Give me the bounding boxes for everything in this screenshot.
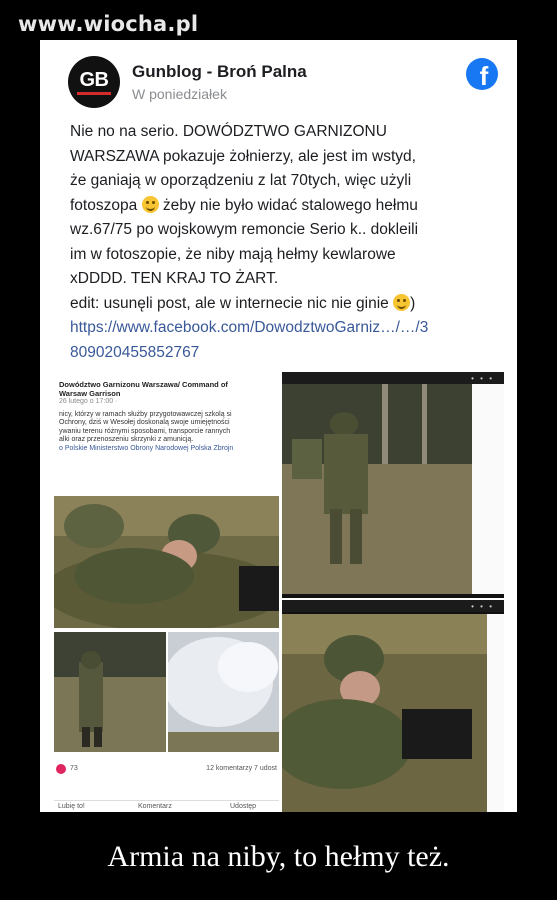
viewer-controls-icon: • • • [471, 374, 494, 383]
smoke-photo [168, 632, 279, 752]
original-post-tags: o Polskie Ministerstwo Obrony Narodowej … [59, 444, 234, 452]
post-header: GB Gunblog - Broń Palna W poniedziałek f [68, 56, 498, 108]
meme-caption: Armia na niby, to hełmy też. [107, 840, 450, 873]
post-line: Nie no na serio. DOWÓDZTWO GARNIZONU [70, 123, 387, 140]
original-post-screenshot: Dowództwo Garnizonu Warszawa/ Command of… [54, 378, 279, 812]
viewer-side-panel [487, 614, 504, 812]
post-body: Nie no na serio. DOWÓDZTWO GARNIZONU WAR… [70, 120, 490, 365]
site-watermark: www.wiocha.pl [18, 12, 199, 36]
original-post-line: alki oraz przenoszeniu skrzynki z amunic… [59, 436, 194, 443]
post-line: WARSZAWA pokazuje żołnierzy, ale jest im… [70, 147, 416, 165]
post-line: wz.67/75 po wojskowym remoncie Serio k..… [70, 221, 419, 238]
photo-viewer-screenshot-top: • • • [282, 372, 504, 598]
like-action: Lubię to! [58, 803, 85, 810]
post-line-part: fotoszopa [70, 196, 138, 214]
soldier-crawling-closeup-photo [282, 614, 487, 812]
post-line-part: edit: usunęli post, ale w internecie nic… [70, 294, 389, 312]
original-post-date: 26 lutego o 17:00 · [59, 398, 118, 405]
post-line-part: ) [410, 294, 416, 312]
share-action: Udostęp [230, 803, 257, 810]
screenshot-collage: Dowództwo Garnizonu Warszawa/ Command of… [54, 372, 504, 812]
viewer-side-panel [472, 384, 504, 594]
post-timestamp[interactable]: W poniedziałek [132, 86, 227, 102]
soldier-running-photo [282, 384, 472, 594]
comment-action: Komentarz [138, 803, 172, 810]
avatar-text: GB [79, 68, 110, 91]
winking-emoji-icon [141, 195, 159, 213]
winking-emoji-icon [393, 293, 411, 311]
post-link-continued[interactable]: 809020455852767 [70, 341, 490, 366]
original-post-actions: Lubię to! Komentarz Udostęp [54, 800, 279, 812]
page-name-link[interactable]: Gunblog - Broń Palna [132, 62, 307, 82]
original-post-line: ywaniu terenu różnymi sposobami, transpo… [59, 427, 231, 435]
original-post-title-cont: Warsaw Garrison [59, 388, 121, 398]
viewer-topbar: • • • [282, 600, 504, 612]
photo-viewer-screenshot-bottom: • • • [282, 600, 504, 812]
post-line: im w fotoszopie, że niby mają hełmy kewl… [70, 245, 396, 263]
soldier-crawling-photo [54, 496, 279, 628]
viewer-topbar: • • • [282, 372, 504, 384]
original-post-header: Dowództwo Garnizonu Warszawa/ Command of… [54, 378, 279, 453]
page-avatar[interactable]: GB [68, 56, 120, 108]
facebook-logo-icon: f [466, 58, 498, 90]
original-post-stats: 73 12 komentarzy 7 udost [54, 762, 279, 778]
post-line: że ganiają w oporządzeniu z lat 70tych, … [70, 172, 412, 189]
post-line: edit: usunęli post, ale w internecie nic… [70, 292, 490, 317]
comments-count: 12 komentarzy 7 udost [206, 765, 277, 772]
post-link[interactable]: https://www.facebook.com/DowodztwoGarniz… [70, 316, 490, 341]
original-post-body: nicy, którzy w ramach służby przygotowaw… [59, 411, 279, 454]
original-post-line: Ochrony, dziś w Wesołej doskonalą swoje … [59, 419, 230, 426]
post-line: fotoszopa żeby nie było widać stalowego … [70, 194, 490, 219]
post-line: xDDDD. TEN KRAJ TO ŻART. [70, 270, 279, 287]
post-line-part: żeby nie było widać stalowego hełmu [162, 196, 418, 214]
viewer-controls-icon: • • • [471, 602, 494, 611]
avatar-stripe [77, 91, 111, 95]
reaction-count: 73 [70, 765, 78, 772]
original-post-line: nicy, którzy w ramach służby przygotowaw… [59, 410, 232, 418]
heart-reaction-icon [56, 764, 66, 774]
soldiers-running-photo [54, 632, 166, 752]
facebook-post-card: GB Gunblog - Broń Palna W poniedziałek f… [40, 40, 517, 812]
